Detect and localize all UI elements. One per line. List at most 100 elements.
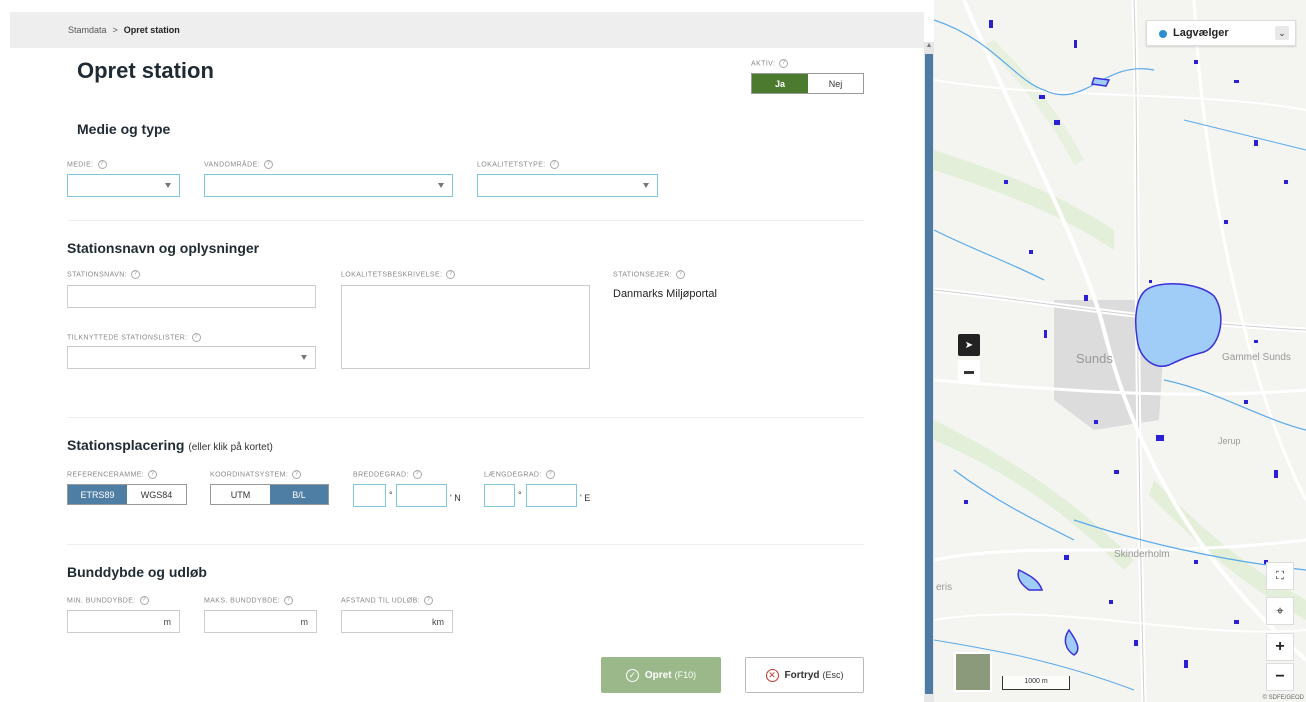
koordinatsystem-toggle[interactable]: UTM B/L	[210, 484, 329, 505]
section-title-placering: Stationsplacering (eller klik på kortet)	[67, 437, 273, 453]
breadcrumb: Stamdata > Opret station	[10, 12, 924, 48]
map-place-label: Skinderholm	[1114, 549, 1170, 560]
breddegrad-minutes-input[interactable]	[396, 484, 447, 507]
aktiv-label: AKTIV:?	[751, 59, 789, 68]
section-title-station: Stationsnavn og oplysninger	[67, 240, 260, 256]
map-copyright: © SDFE/GEOD	[1262, 695, 1304, 701]
help-icon[interactable]: ?	[264, 160, 273, 169]
referenceramme-option-wgs84[interactable]: WGS84	[127, 485, 186, 504]
breddegrad-north-suffix: ' N	[450, 493, 461, 503]
breddegrad-label: BREDDEGRAD:?	[353, 470, 422, 479]
help-icon[interactable]: ?	[545, 470, 555, 479]
opret-shortcut: (F10)	[674, 670, 697, 680]
help-icon[interactable]: ?	[191, 333, 201, 342]
laengdegrad-label: LÆNGDEGRAD:?	[484, 470, 555, 479]
lokalitetsbeskrivelse-textarea[interactable]	[341, 285, 590, 369]
section-divider	[67, 220, 864, 221]
vandomraade-label: VANDOMRÅDE:?	[204, 160, 273, 169]
chevron-down-icon	[301, 355, 307, 360]
breadcrumb-root[interactable]: Stamdata	[68, 25, 107, 35]
help-icon[interactable]: ?	[446, 270, 456, 279]
fortryd-button[interactable]: ✕ Fortryd (Esc)	[745, 657, 864, 693]
min-bunddybde-label: MIN. BUNDDYBDE:?	[67, 596, 149, 605]
breddegrad-degree-symbol: °	[389, 490, 393, 500]
section-title-bund: Bunddybde og udløb	[67, 564, 207, 580]
check-circle-icon: ✓	[625, 668, 639, 682]
vandomraade-select[interactable]	[204, 174, 453, 197]
tilknyttede-label: TILKNYTTEDE STATIONSLISTER:?	[67, 333, 201, 342]
afstand-udloeb-input[interactable]: km	[341, 610, 453, 633]
help-icon[interactable]: ?	[549, 160, 559, 169]
layer-picker-label: Lagvælger	[1173, 27, 1229, 39]
referenceramme-option-etrs89[interactable]: ETRS89	[68, 485, 127, 504]
lokalitetsbeskrivelse-label: LOKALITETSBESKRIVELSE:?	[341, 270, 456, 279]
medie-label: MEDIE:?	[67, 160, 107, 169]
help-icon[interactable]: ?	[97, 160, 107, 169]
maks-bunddybde-input[interactable]: m	[204, 610, 317, 633]
zoom-out-button[interactable]: −	[1266, 663, 1294, 691]
map-canvas[interactable]	[934, 0, 1306, 702]
breadcrumb-separator: >	[112, 25, 118, 35]
opret-button-label: Opret	[644, 669, 672, 681]
breddegrad-degrees-input[interactable]	[353, 484, 386, 507]
zoom-in-button[interactable]: +	[1266, 633, 1294, 661]
aktiv-toggle[interactable]: Ja Nej	[751, 73, 864, 94]
close-circle-icon: ✕	[765, 668, 779, 682]
koordinatsystem-option-utm[interactable]: UTM	[211, 485, 270, 504]
laengdegrad-degrees-input[interactable]	[484, 484, 515, 507]
stationsejer-value: Danmarks Miljøportal	[613, 288, 717, 300]
referenceramme-toggle[interactable]: ETRS89 WGS84	[67, 484, 187, 505]
chevron-down-icon	[643, 183, 649, 188]
help-icon[interactable]: ?	[676, 270, 686, 279]
opret-button[interactable]: ✓ Opret (F10)	[601, 657, 721, 693]
map-panel[interactable]: Sunds Gammel Sunds Skinderholm Jerup eri…	[934, 0, 1306, 702]
stationsnavn-label: STATIONSNAVN:?	[67, 270, 141, 279]
scale-bar: 1000 m	[1002, 676, 1070, 690]
locate-crosshair-icon[interactable]: ⌖	[1266, 597, 1294, 625]
layer-picker-dropdown[interactable]: Lagvælger ⌄	[1146, 20, 1296, 46]
unit-label: km	[432, 617, 444, 627]
section-divider	[67, 544, 864, 545]
placering-subtitle: (eller klik på kortet)	[188, 442, 273, 453]
help-icon[interactable]: ?	[131, 270, 141, 279]
measure-ruler-tool-icon[interactable]: ▬	[958, 360, 980, 382]
stationsnavn-input[interactable]	[67, 285, 316, 308]
laengdegrad-east-suffix: ' E	[580, 493, 591, 503]
help-icon[interactable]: ?	[292, 470, 302, 479]
lokalitetstype-select[interactable]	[477, 174, 658, 197]
map-place-label: eris	[936, 582, 953, 593]
help-icon[interactable]: ?	[139, 596, 149, 605]
form-scrollbar[interactable]: ▲	[924, 42, 934, 702]
tilknyttede-select[interactable]	[67, 346, 316, 369]
layer-dot-icon	[1159, 30, 1167, 38]
koordinatsystem-option-bl[interactable]: B/L	[270, 485, 328, 504]
medie-select[interactable]	[67, 174, 180, 197]
help-icon[interactable]: ?	[412, 470, 422, 479]
help-icon[interactable]: ?	[779, 59, 789, 68]
koordinatsystem-label: KOORDINATSYSTEM:?	[210, 470, 302, 479]
laengdegrad-minutes-input[interactable]	[526, 484, 577, 507]
chevron-down-icon	[165, 183, 171, 188]
help-icon[interactable]: ?	[148, 470, 158, 479]
min-bunddybde-input[interactable]: m	[67, 610, 180, 633]
aktiv-yes-option[interactable]: Ja	[752, 74, 808, 93]
scrollbar-thumb[interactable]	[925, 54, 933, 694]
section-divider	[67, 417, 864, 418]
aktiv-no-option[interactable]: Nej	[808, 74, 863, 93]
map-place-label: Sunds	[1076, 351, 1113, 366]
map-place-label: Jerup	[1218, 436, 1241, 446]
maks-bunddybde-label: MAKS. BUNDDYBDE:?	[204, 596, 294, 605]
help-icon[interactable]: ?	[424, 596, 434, 605]
map-place-label: Gammel Sunds	[1222, 352, 1291, 363]
fortryd-button-label: Fortryd	[784, 669, 820, 681]
referenceramme-label: REFERENCERAMME:?	[67, 470, 158, 479]
fullscreen-icon[interactable]: ⛶	[1266, 562, 1294, 590]
lokalitetstype-label: LOKALITETSTYPE:?	[477, 160, 559, 169]
scroll-up-arrow-icon[interactable]: ▲	[924, 42, 934, 52]
chevron-down-icon[interactable]: ⌄	[1275, 26, 1289, 40]
help-icon[interactable]: ?	[284, 596, 294, 605]
unit-label: m	[300, 617, 309, 627]
basemap-thumbnail[interactable]	[954, 652, 992, 692]
form-panel: Stamdata > Opret station Opret station AKT…	[10, 6, 924, 702]
cursor-select-tool-icon[interactable]: ➤	[958, 334, 980, 356]
